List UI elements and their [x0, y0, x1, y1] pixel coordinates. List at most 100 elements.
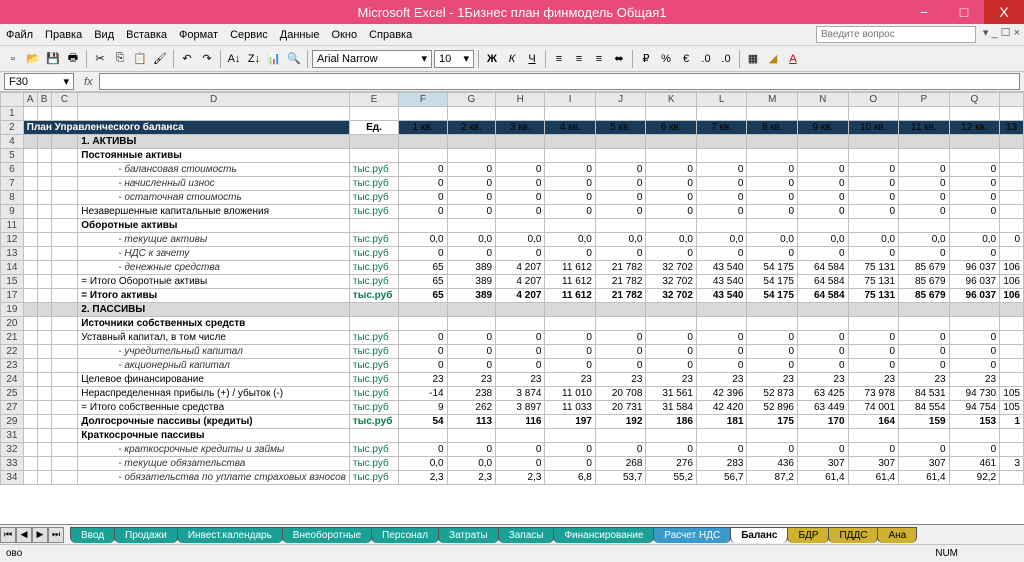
menu-edit[interactable]: Правка	[45, 29, 82, 41]
column-header[interactable]	[1, 93, 24, 107]
value-cell[interactable]	[595, 149, 646, 163]
value-cell[interactable]: 23	[949, 373, 1000, 387]
cell[interactable]	[23, 457, 37, 471]
value-cell[interactable]	[747, 303, 798, 317]
cell[interactable]	[37, 275, 51, 289]
value-cell[interactable]: 0	[447, 331, 495, 345]
value-cell[interactable]: 0	[646, 443, 697, 457]
value-cell[interactable]: 31 561	[646, 387, 697, 401]
merge-icon[interactable]: ⬌	[610, 50, 628, 68]
value-cell[interactable]: 54 175	[747, 275, 798, 289]
name-box[interactable]: F30▾	[4, 73, 74, 90]
row-label[interactable]: - акционерный капитал	[78, 359, 350, 373]
value-cell[interactable]	[399, 429, 447, 443]
cell[interactable]	[51, 429, 78, 443]
value-cell[interactable]: 0	[545, 443, 595, 457]
paste-icon[interactable]: 📋	[131, 50, 149, 68]
value-cell[interactable]	[899, 317, 950, 331]
value-cell[interactable]	[1000, 443, 1024, 457]
cell[interactable]	[51, 191, 78, 205]
value-cell[interactable]: 23	[848, 373, 899, 387]
value-cell[interactable]: 2,3	[447, 471, 495, 485]
row-label[interactable]: 1. АКТИВЫ	[78, 135, 350, 149]
value-cell[interactable]: 0,0	[646, 233, 697, 247]
unit-cell[interactable]	[349, 429, 398, 443]
cell[interactable]	[51, 415, 78, 429]
quarter-header[interactable]: 2 кв.	[447, 121, 495, 135]
quarter-header[interactable]: 5 кв.	[595, 121, 646, 135]
value-cell[interactable]: 32 702	[646, 261, 697, 275]
row-label[interactable]: Источники собственных средств	[78, 317, 350, 331]
value-cell[interactable]: 0	[696, 443, 747, 457]
value-cell[interactable]: 0	[496, 163, 545, 177]
value-cell[interactable]	[496, 303, 545, 317]
row-label[interactable]: Постоянные активы	[78, 149, 350, 163]
value-cell[interactable]: 23	[798, 373, 849, 387]
value-cell[interactable]	[899, 149, 950, 163]
value-cell[interactable]	[696, 429, 747, 443]
unit-cell[interactable]	[349, 149, 398, 163]
value-cell[interactable]: 3	[1000, 457, 1024, 471]
value-cell[interactable]	[949, 429, 1000, 443]
value-cell[interactable]	[399, 317, 447, 331]
value-cell[interactable]: 11 612	[545, 261, 595, 275]
row-header[interactable]: 6	[1, 163, 24, 177]
value-cell[interactable]	[1000, 429, 1024, 443]
row-header[interactable]: 34	[1, 471, 24, 485]
value-cell[interactable]: 105	[1000, 401, 1024, 415]
percent-icon[interactable]: %	[657, 50, 675, 68]
value-cell[interactable]: 0	[447, 359, 495, 373]
unit-cell[interactable]: тыс.руб	[349, 261, 398, 275]
tab-nav-last-icon[interactable]: ⏭	[48, 527, 64, 543]
cell[interactable]	[899, 107, 950, 121]
row-header[interactable]: 1	[1, 107, 24, 121]
sheet-tab[interactable]: ПДДС	[828, 527, 878, 543]
fx-icon[interactable]: fx	[84, 76, 93, 88]
value-cell[interactable]: 32 702	[646, 289, 697, 303]
column-header[interactable]: D	[78, 93, 350, 107]
column-header[interactable]: C	[51, 93, 78, 107]
value-cell[interactable]: 64 584	[798, 261, 849, 275]
cell[interactable]	[23, 205, 37, 219]
row-header[interactable]: 14	[1, 261, 24, 275]
value-cell[interactable]	[646, 429, 697, 443]
value-cell[interactable]: 96 037	[949, 261, 1000, 275]
cell[interactable]	[23, 317, 37, 331]
value-cell[interactable]	[747, 317, 798, 331]
value-cell[interactable]	[696, 149, 747, 163]
value-cell[interactable]: 0	[399, 205, 447, 219]
italic-icon[interactable]: К	[503, 50, 521, 68]
value-cell[interactable]	[798, 429, 849, 443]
value-cell[interactable]: 0	[447, 443, 495, 457]
row-header[interactable]: 12	[1, 233, 24, 247]
cell[interactable]	[949, 107, 1000, 121]
sheet-tab[interactable]: БДР	[787, 527, 829, 543]
value-cell[interactable]: 0	[848, 345, 899, 359]
value-cell[interactable]: 4 207	[496, 261, 545, 275]
value-cell[interactable]: 238	[447, 387, 495, 401]
cell[interactable]	[23, 443, 37, 457]
value-cell[interactable]: 0	[447, 163, 495, 177]
column-header[interactable]	[1000, 93, 1024, 107]
value-cell[interactable]: 11 612	[545, 289, 595, 303]
value-cell[interactable]	[899, 303, 950, 317]
value-cell[interactable]: 0	[899, 443, 950, 457]
cell[interactable]	[23, 401, 37, 415]
value-cell[interactable]: -14	[399, 387, 447, 401]
value-cell[interactable]	[1000, 359, 1024, 373]
value-cell[interactable]: 0	[696, 191, 747, 205]
value-cell[interactable]	[447, 135, 495, 149]
value-cell[interactable]: 0	[949, 359, 1000, 373]
cell[interactable]	[78, 107, 350, 121]
value-cell[interactable]: 75 131	[848, 289, 899, 303]
value-cell[interactable]: 0	[848, 359, 899, 373]
unit-cell[interactable]: тыс.руб	[349, 233, 398, 247]
quarter-header[interactable]: 4 кв.	[545, 121, 595, 135]
cell[interactable]	[23, 191, 37, 205]
value-cell[interactable]: 73 978	[848, 387, 899, 401]
close-button[interactable]: X	[984, 0, 1024, 24]
value-cell[interactable]: 3 897	[496, 401, 545, 415]
value-cell[interactable]: 0	[447, 247, 495, 261]
quarter-header[interactable]: 13	[1000, 121, 1024, 135]
value-cell[interactable]: 55,2	[646, 471, 697, 485]
